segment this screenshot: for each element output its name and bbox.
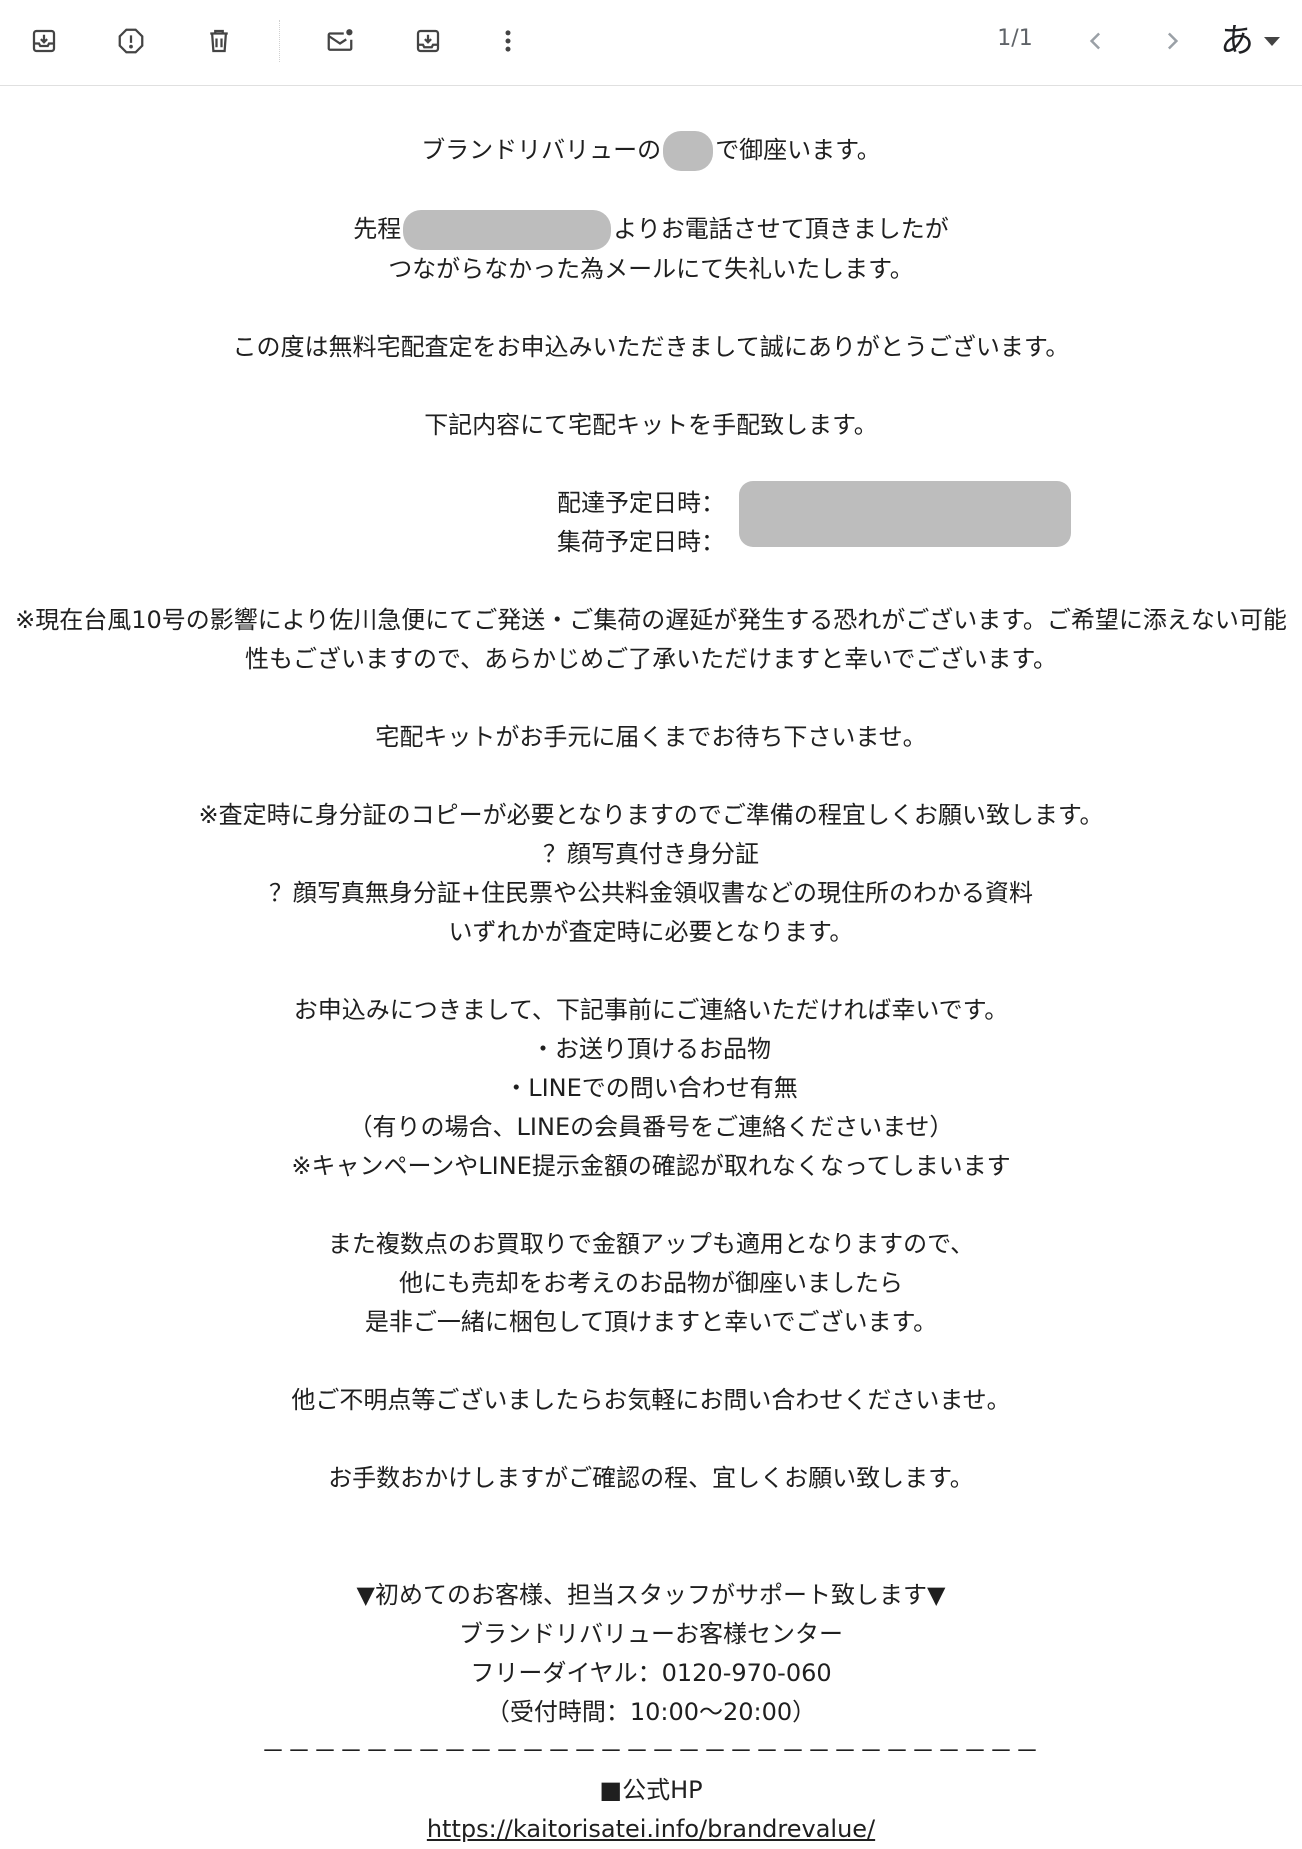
questions-line: 他ご不明点等ございましたらお気軽にお問い合わせくださいませ。: [291, 1386, 1011, 1414]
call-line-2: つながらなかった為メールにて失礼いたします。: [388, 255, 914, 283]
redacted-phone-number: [403, 210, 612, 250]
thanks-line: この度は無料宅配査定をお申込みいただきまして誠にありがとうございます。: [232, 333, 1070, 361]
free-dial: フリーダイヤル：0120-970-060: [470, 1659, 832, 1687]
archive-icon: [32, 29, 56, 53]
delivery-date-label: 配達予定日時：: [557, 489, 725, 517]
greeting-suffix: で御座います。: [715, 136, 881, 164]
typhoon-notice: ※現在台風10号の影響により佐川急便にてご発送・ご集荷の遅延が発生する恐れがござ…: [15, 606, 1287, 673]
official-hp-label: ■公式HP: [599, 1776, 703, 1804]
move-to-button[interactable]: [401, 14, 455, 68]
redacted-schedule-dates: [739, 481, 1071, 547]
kit-line: 下記内容にて宅配キットを手配致します。: [424, 411, 878, 439]
contact-request: お申込みにつきまして、下記事前にご連絡いただければ幸いです。: [293, 996, 1009, 1024]
chevron-left-icon: [1089, 32, 1101, 50]
multi-line-3: 是非ご一緒に梱包して頂けますと幸いでございます。: [364, 1308, 938, 1336]
divider-line: －－－－－－－－－－－－－－－－－－－－－－－－－－－－－－: [261, 1737, 1041, 1765]
greeting-text: ブランドリバリューの: [421, 136, 662, 164]
mark-unread-button[interactable]: [313, 14, 367, 68]
toolbar-separator: [279, 20, 280, 62]
prev-message-button[interactable]: [1069, 14, 1123, 68]
id-note: ※査定時に身分証のコピーが必要となりますのでご準備の程宜しくお願い致します。: [198, 801, 1104, 829]
wait-line: 宅配キットがお手元に届くまでお待ち下さいませ。: [375, 723, 927, 751]
official-hp-link[interactable]: https://kaitorisatei.info/brandrevalue/: [427, 1815, 875, 1843]
mark-unread-icon: [327, 29, 353, 51]
multi-line-2: 他にも売却をお考えのお品物が御座いましたら: [399, 1269, 903, 1297]
reception-hours: （受付時間：10:00〜20:00）: [485, 1698, 817, 1726]
redacted-staff-name: [663, 131, 714, 171]
more-options-button[interactable]: [481, 14, 535, 68]
call-text-a: 先程: [353, 215, 402, 243]
caret-down-icon: [1264, 36, 1280, 46]
id-either: いずれかが査定時に必要となります。: [448, 918, 854, 946]
archive-button[interactable]: [17, 14, 71, 68]
multi-line-1: また複数点のお買取りで金額アップも適用となりますので、: [327, 1230, 975, 1258]
support-heading: ▼初めてのお客様、担当スタッフがサポート致します▼: [356, 1581, 946, 1609]
id-option-1: ？顔写真付き身分証: [543, 840, 759, 868]
report-spam-button[interactable]: [104, 14, 158, 68]
closing-line: お手数おかけしますがご確認の程、宜しくお願い致します。: [328, 1464, 974, 1492]
input-tools-button[interactable]: あ: [1220, 14, 1302, 68]
pagination-count: 1/1: [997, 26, 1033, 51]
id-option-2: ？顔写真無身分証+住民票や公共料金領収書などの現住所のわかる資料: [268, 879, 1034, 907]
contact-item-4: ※キャンペーンやLINE提示金額の確認が取れなくなってしまいます: [291, 1152, 1011, 1180]
contact-item-2: ・LINEでの問い合わせ有無: [504, 1074, 798, 1102]
email-body: ブランドリバリューの で御座います。 先程 よりお電話させて頂きましたが つながらな…: [0, 86, 1302, 1849]
greeting-line: ブランドリバリューの で御座います。: [0, 131, 1302, 171]
pickup-date-label: 集荷予定日時：: [557, 528, 725, 556]
email-toolbar: 1/1 あ: [0, 0, 1302, 86]
delete-icon: [210, 29, 228, 53]
contact-item-1: ・お送り頂けるお品物: [531, 1035, 771, 1063]
call-line: 先程 よりお電話させて頂きましたが: [0, 210, 1302, 250]
call-text-b: よりお電話させて頂きましたが: [613, 215, 949, 243]
support-center: ブランドリバリューお客様センター: [459, 1620, 843, 1648]
schedule-block: 配達予定日時： 集荷予定日時：: [0, 481, 1302, 562]
move-to-icon: [416, 29, 440, 53]
delete-button[interactable]: [192, 14, 246, 68]
report-spam-icon: [118, 28, 144, 54]
more-vert-icon: [505, 30, 511, 52]
chevron-right-icon: [1167, 32, 1179, 50]
input-tools-label: あ: [1220, 21, 1254, 61]
next-message-button[interactable]: [1145, 14, 1199, 68]
contact-item-3: （有りの場合、LINEの会員番号をご連絡くださいませ）: [348, 1113, 954, 1141]
